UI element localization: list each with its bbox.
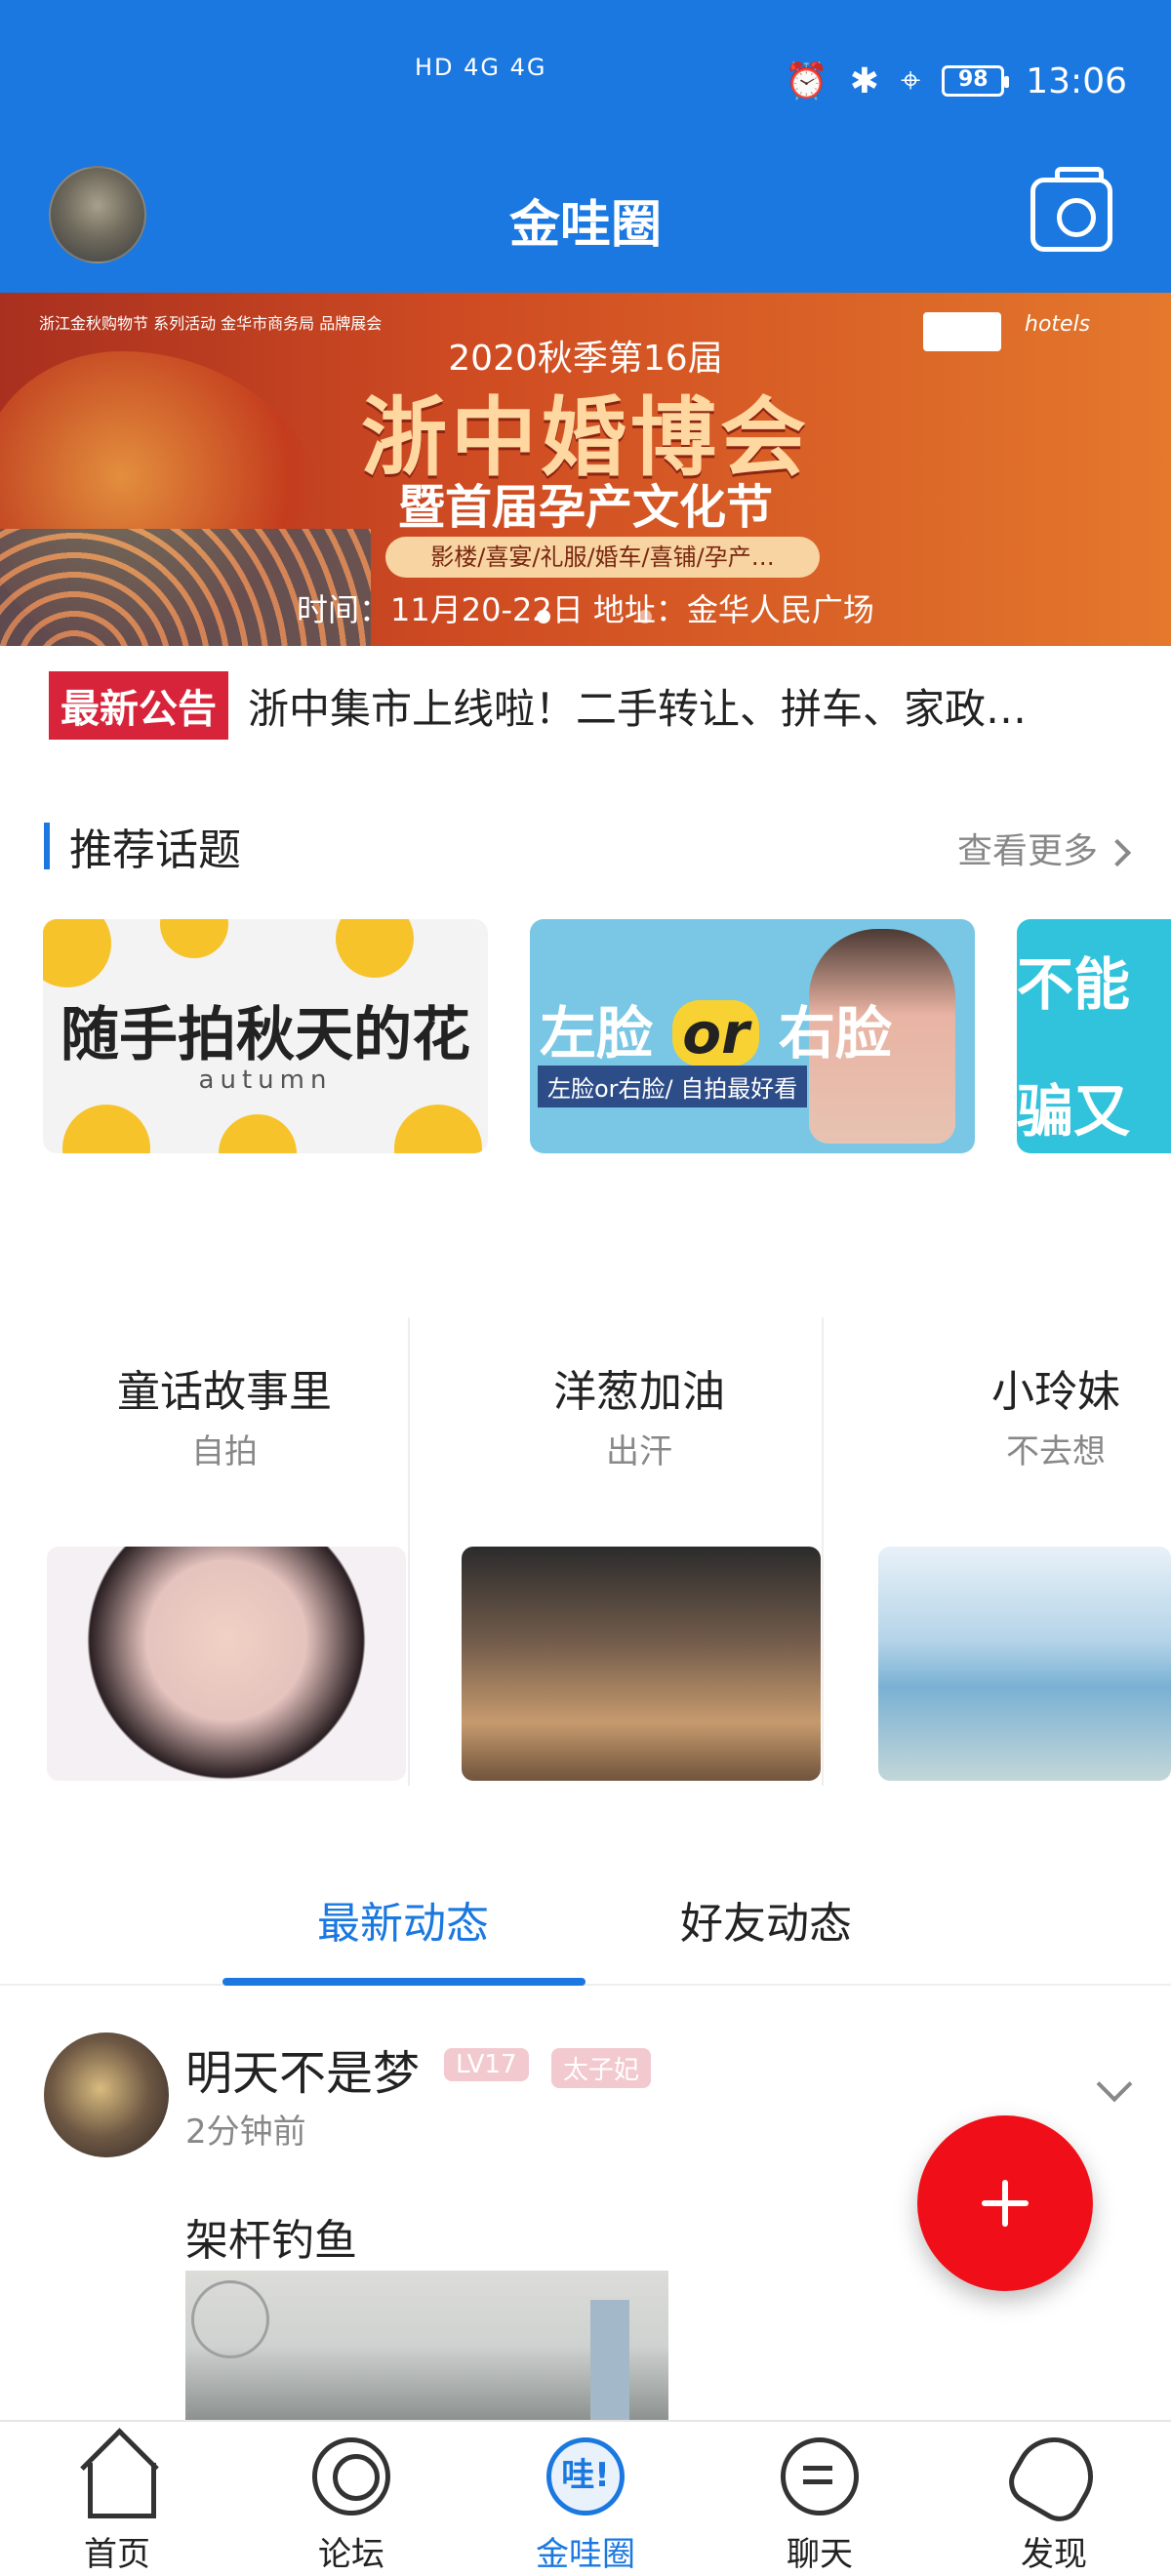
app-header: 金哇圈 bbox=[0, 166, 1171, 293]
view-more-link[interactable]: 查看更多 bbox=[956, 823, 1132, 873]
topic-title: 不能 bbox=[1017, 951, 1131, 1018]
page-title: 金哇圈 bbox=[508, 196, 662, 255]
location-icon: ⌖ bbox=[900, 60, 921, 101]
topic-title-right: 右脸 bbox=[778, 1000, 892, 1067]
building bbox=[590, 2300, 629, 2420]
user-card[interactable]: 洋葱加油 出汗 bbox=[434, 1317, 844, 1786]
add-post-button[interactable] bbox=[917, 2115, 1093, 2291]
topic-subtitle: autumn bbox=[198, 1066, 333, 1095]
role-badge: 太子妃 bbox=[551, 2048, 652, 2088]
active-tab-indicator bbox=[222, 1978, 586, 1986]
chevron-right-icon bbox=[1103, 838, 1132, 867]
banner-categories: 影楼/喜宴/礼服/婚车/喜铺/孕产… bbox=[385, 537, 820, 578]
nav-label: 论坛 bbox=[318, 2535, 384, 2574]
user-desc: 自拍 bbox=[191, 1432, 258, 1471]
post-content: 架杆钓鱼 bbox=[185, 2216, 357, 2266]
nav-forum[interactable]: 论坛 bbox=[234, 2422, 468, 2576]
flower-decoration bbox=[62, 1105, 150, 1153]
level-badge: LV17 bbox=[444, 2048, 529, 2081]
feed-tabs: 最新动态 好友动态 bbox=[0, 1859, 1171, 1986]
nav-label: 发现 bbox=[1021, 2535, 1087, 2574]
post-username[interactable]: 明天不是梦 bbox=[185, 2034, 420, 2103]
flower-decoration bbox=[160, 919, 228, 958]
user-card[interactable]: 童话故事里 自拍 bbox=[20, 1317, 429, 1786]
nav-chat[interactable]: 聊天 bbox=[703, 2422, 937, 2576]
network-indicators: HD 4G 4G bbox=[415, 54, 547, 81]
carousel-dot[interactable] bbox=[638, 610, 652, 624]
user-desc: 出汗 bbox=[606, 1432, 672, 1471]
nav-home[interactable]: 首页 bbox=[0, 2422, 234, 2576]
flower-decoration bbox=[394, 1105, 482, 1153]
featured-users: 童话故事里 自拍 洋葱加油 出汗 小玲妹 不去想 bbox=[0, 1317, 1171, 1786]
flower-decoration bbox=[43, 919, 111, 987]
camera-icon[interactable] bbox=[1030, 167, 1112, 252]
topic-title-line2: 骗又 bbox=[1017, 1078, 1131, 1145]
status-right: ⏰ ✱ ⌖ 98 13:06 bbox=[785, 60, 1127, 101]
nav-jinwaquan[interactable]: 哇! 金哇圈 bbox=[468, 2422, 703, 2576]
banner-second-title: 暨首届孕产文化节 bbox=[397, 480, 773, 535]
avatar[interactable] bbox=[44, 2033, 169, 2157]
chat-icon bbox=[781, 2437, 859, 2516]
nav-label: 金哇圈 bbox=[536, 2535, 635, 2574]
topic-title-or: or bbox=[672, 1000, 759, 1067]
promo-banner[interactable]: 浙江金秋购物节 系列活动 金华市商务局 品牌展会 hotels 2020秋季第1… bbox=[0, 293, 1171, 646]
nav-label: 首页 bbox=[84, 2535, 150, 2574]
user-photo bbox=[878, 1547, 1171, 1781]
forum-icon bbox=[312, 2437, 390, 2516]
top-bar: HD 4G 4G ⏰ ✱ ⌖ 98 13:06 金哇圈 bbox=[0, 0, 1171, 293]
view-more-label: 查看更多 bbox=[956, 831, 1098, 871]
nav-label: 聊天 bbox=[787, 2535, 853, 2574]
topic-title: 随手拍秋天的花 bbox=[61, 1001, 470, 1069]
carousel-dot[interactable] bbox=[537, 610, 550, 624]
flower-decoration bbox=[336, 919, 414, 978]
topic-title-left: 左脸 bbox=[540, 1000, 654, 1067]
chevron-down-icon[interactable] bbox=[1096, 2066, 1133, 2103]
battery-indicator: 98 bbox=[942, 65, 1010, 97]
latest-notice[interactable]: 最新公告 浙中集市上线啦！二手转让、拼车、家政… bbox=[49, 671, 1132, 740]
section-accent-bar bbox=[44, 823, 50, 869]
divider bbox=[822, 1317, 824, 1786]
topic-title: 左脸 or 右脸 bbox=[540, 987, 892, 1069]
alarm-icon: ⏰ bbox=[784, 61, 828, 101]
user-photo bbox=[462, 1547, 821, 1781]
user-card[interactable]: 小玲妹 不去想 bbox=[851, 1317, 1171, 1786]
notice-badge: 最新公告 bbox=[49, 671, 228, 740]
user-name: 小玲妹 bbox=[991, 1367, 1120, 1417]
bluetooth-icon: ✱ bbox=[849, 60, 879, 101]
user-name: 洋葱加油 bbox=[553, 1367, 725, 1417]
topic-card[interactable]: 不能 骗又 bbox=[1017, 919, 1171, 1153]
nav-discover[interactable]: 发现 bbox=[937, 2422, 1171, 2576]
ferris-wheel bbox=[191, 2280, 269, 2358]
status-bar: HD 4G 4G ⏰ ✱ ⌖ 98 13:06 bbox=[0, 0, 1171, 166]
divider bbox=[408, 1317, 410, 1786]
post-time: 2分钟前 bbox=[185, 2113, 306, 2152]
home-icon bbox=[78, 2437, 156, 2518]
topics-title: 推荐话题 bbox=[69, 825, 241, 875]
tab-friends[interactable]: 好友动态 bbox=[586, 1888, 947, 1951]
notice-text[interactable]: 浙中集市上线啦！二手转让、拼车、家政… bbox=[248, 676, 1097, 736]
clock: 13:06 bbox=[1026, 60, 1127, 101]
topics-header: 推荐话题 查看更多 bbox=[44, 815, 1132, 875]
wa-icon: 哇! bbox=[546, 2437, 625, 2516]
rocket-icon bbox=[1000, 2423, 1108, 2530]
user-photo bbox=[47, 1547, 406, 1781]
banner-time-place: 时间：11月20-22日 地址：金华人民广场 bbox=[297, 591, 874, 628]
topic-card[interactable]: 随手拍秋天的花 autumn bbox=[43, 919, 488, 1153]
bottom-nav: 首页 论坛 哇! 金哇圈 聊天 发现 bbox=[0, 2420, 1171, 2576]
tab-latest[interactable]: 最新动态 bbox=[222, 1888, 584, 1951]
carousel-dots[interactable] bbox=[537, 610, 652, 624]
flower-decoration bbox=[219, 1114, 297, 1153]
topic-card[interactable]: 左脸 or 右脸 左脸or右脸/ 自拍最好看 bbox=[530, 919, 975, 1153]
user-name: 童话故事里 bbox=[117, 1367, 332, 1417]
user-desc: 不去想 bbox=[1006, 1432, 1106, 1471]
topic-tag: 左脸or右脸/ 自拍最好看 bbox=[538, 1066, 808, 1107]
post-image[interactable] bbox=[185, 2271, 668, 2420]
